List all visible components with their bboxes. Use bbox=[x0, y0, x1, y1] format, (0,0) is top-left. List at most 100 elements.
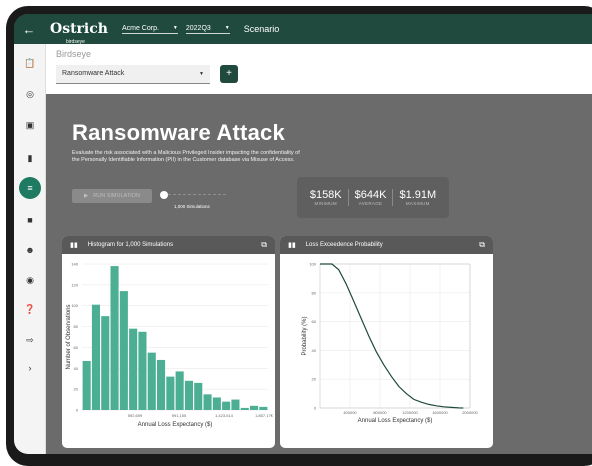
histogram-bar bbox=[91, 304, 100, 410]
chevron-right-icon[interactable]: › bbox=[14, 358, 46, 378]
histogram-chart: 0 20 40 60 80 100 120 140 592,699 991,155 1,423,61… bbox=[66, 262, 274, 429]
y-tick-label: 20 bbox=[312, 377, 317, 382]
x-tick-label: 1200000 bbox=[402, 410, 418, 415]
y-tick-label: 80 bbox=[312, 290, 317, 295]
simulation-count-label: 1,000 Simulations bbox=[174, 204, 210, 209]
exit-icon[interactable]: ⇨ bbox=[14, 330, 46, 350]
histogram-bar bbox=[231, 399, 240, 410]
stat-value: $644K bbox=[354, 189, 387, 201]
exceedence-title: Loss Exceedence Probability bbox=[305, 242, 383, 248]
page-header: Birdseye Ransomware Attack ▼ + bbox=[46, 44, 592, 94]
histogram-card: ▮▮ Histogram for 1,000 Simulations ⧉ 0 20… bbox=[62, 236, 275, 448]
period-select[interactable]: 2022Q3 ▼ bbox=[185, 24, 230, 34]
simulation-slider-track[interactable] bbox=[168, 194, 226, 196]
bar-chart-icon: ▮▮ bbox=[288, 242, 296, 249]
y-tick-label: 60 bbox=[312, 319, 317, 324]
y-axis-label: Probability (%) bbox=[302, 316, 308, 355]
histogram-bar bbox=[175, 371, 184, 410]
chevron-down-icon: ▼ bbox=[199, 71, 204, 77]
x-tick-label: 400000 bbox=[343, 410, 357, 415]
device-frame: ← Ostrich birdseye Acme Corp. ▼ 2022Q3 ▼… bbox=[6, 6, 592, 466]
add-button[interactable]: + bbox=[220, 65, 238, 83]
stat-value: $158K bbox=[309, 189, 342, 201]
x-axis-label: Annual Loss Expectancy ($) bbox=[138, 422, 213, 428]
histogram-bar bbox=[194, 382, 203, 410]
account-icon[interactable]: ◉ bbox=[14, 270, 46, 290]
histogram-bar bbox=[240, 407, 249, 410]
x-tick-label: 592,699 bbox=[128, 413, 143, 418]
histogram-bar bbox=[203, 394, 212, 410]
stat-label: MAXIMUM bbox=[405, 201, 430, 206]
scenario-select[interactable]: Ransomware Attack ▼ bbox=[56, 65, 210, 84]
x-tick-label: 1,423,614 bbox=[215, 413, 234, 418]
scenario-description: Evaluate the risk associated with a Mali… bbox=[72, 150, 300, 163]
chevron-down-icon: ▼ bbox=[224, 24, 230, 31]
run-simulation-label: RUN SIMULATION bbox=[93, 193, 140, 199]
plot-frame bbox=[319, 263, 471, 409]
scenario-heading: Ransomware Attack bbox=[72, 120, 285, 145]
logo: Ostrich birdseye bbox=[50, 22, 108, 45]
y-tick-label: 80 bbox=[74, 324, 79, 329]
copy-icon[interactable]: ⧉ bbox=[261, 240, 267, 250]
histogram-bar bbox=[138, 331, 147, 410]
top-bar: ← Ostrich birdseye Acme Corp. ▼ 2022Q3 ▼… bbox=[14, 14, 592, 45]
monitor-icon[interactable]: ▣ bbox=[14, 115, 46, 135]
stat-maximum: $1.91M MAXIMUM bbox=[392, 189, 442, 206]
histogram-bar bbox=[110, 266, 119, 410]
exceedence-card: ▮▮ Loss Exceedence Probability ⧉ 0 20 40 60… bbox=[280, 236, 493, 448]
y-tick-label: 0 bbox=[314, 406, 317, 411]
histogram-card-header: ▮▮ Histogram for 1,000 Simulations ⧉ bbox=[62, 236, 275, 254]
users-icon[interactable]: ☻ bbox=[14, 240, 46, 260]
histogram-bar bbox=[166, 376, 175, 410]
bar-chart-icon: ▮▮ bbox=[70, 242, 78, 249]
y-tick-label: 0 bbox=[76, 408, 79, 413]
arrow-left-icon[interactable]: ← bbox=[14, 22, 44, 37]
histogram-bar bbox=[119, 291, 128, 410]
y-tick-label: 140 bbox=[71, 262, 78, 267]
x-axis-label: Annual Loss Expectancy ($) bbox=[358, 418, 433, 424]
histogram-bar bbox=[157, 359, 166, 410]
histogram-bar bbox=[259, 406, 268, 410]
radar-icon[interactable]: ◎ bbox=[14, 84, 46, 104]
stat-label: MINIMUM bbox=[314, 201, 337, 206]
y-tick-label: 20 bbox=[74, 387, 79, 392]
page-title: Birdseye bbox=[56, 49, 92, 59]
y-tick-label: 40 bbox=[74, 366, 79, 371]
histogram-bar bbox=[147, 352, 156, 410]
stat-label: AVERAGE bbox=[358, 201, 383, 206]
scenario-icon[interactable]: ≡ bbox=[14, 177, 46, 199]
company-select[interactable]: Acme Corp. ▼ bbox=[121, 24, 178, 34]
y-tick-label: 100 bbox=[309, 262, 316, 267]
exceedence-line bbox=[320, 263, 464, 409]
y-tick-label: 120 bbox=[71, 282, 78, 287]
y-tick-label: 100 bbox=[71, 303, 78, 308]
exceedence-card-header: ▮▮ Loss Exceedence Probability ⧉ bbox=[280, 236, 493, 254]
simulation-slider-handle[interactable] bbox=[160, 191, 168, 199]
chevron-down-icon: ▼ bbox=[172, 24, 178, 31]
y-axis-label: Number of Observations bbox=[66, 304, 72, 369]
histogram-bar bbox=[101, 316, 110, 410]
run-simulation-button[interactable]: ▶ RUN SIMULATION bbox=[72, 189, 152, 203]
scenario-select-value: Ransomware Attack bbox=[62, 70, 125, 77]
histogram-bar bbox=[222, 401, 231, 410]
stat-value: $1.91M bbox=[399, 189, 437, 201]
histogram-bar bbox=[82, 360, 91, 410]
x-tick-label: 2000000 bbox=[462, 410, 478, 415]
play-icon: ▶ bbox=[84, 193, 89, 199]
x-tick-label: 991,155 bbox=[172, 413, 187, 418]
help-icon[interactable]: ❓ bbox=[14, 299, 46, 319]
histogram-title: Histogram for 1,000 Simulations bbox=[87, 242, 174, 248]
exceedence-chart: 0 20 40 60 80 100 400000 800000 1200000 1600000 20… bbox=[302, 262, 479, 425]
x-tick-label: 1600000 bbox=[432, 410, 448, 415]
y-tick-label: 40 bbox=[312, 348, 317, 353]
bar-chart-icon[interactable]: ▮ bbox=[14, 148, 46, 168]
scenario-panel: Ransomware Attack Evaluate the risk asso… bbox=[46, 94, 592, 454]
copy-icon[interactable]: ⧉ bbox=[479, 240, 485, 250]
document-icon[interactable]: ■ bbox=[14, 210, 46, 230]
scenario-title: Scenario bbox=[243, 24, 280, 34]
clipboard-icon[interactable]: 📋 bbox=[14, 53, 46, 73]
y-tick-label: 60 bbox=[74, 345, 79, 350]
app-screen: ← Ostrich birdseye Acme Corp. ▼ 2022Q3 ▼… bbox=[14, 14, 592, 454]
stat-average: $644K AVERAGE bbox=[347, 189, 393, 206]
sidebar: 📋 ◎ ▣ ▮ ≡ ■ ☻ ◉ ❓ ⇨ › bbox=[14, 44, 46, 454]
